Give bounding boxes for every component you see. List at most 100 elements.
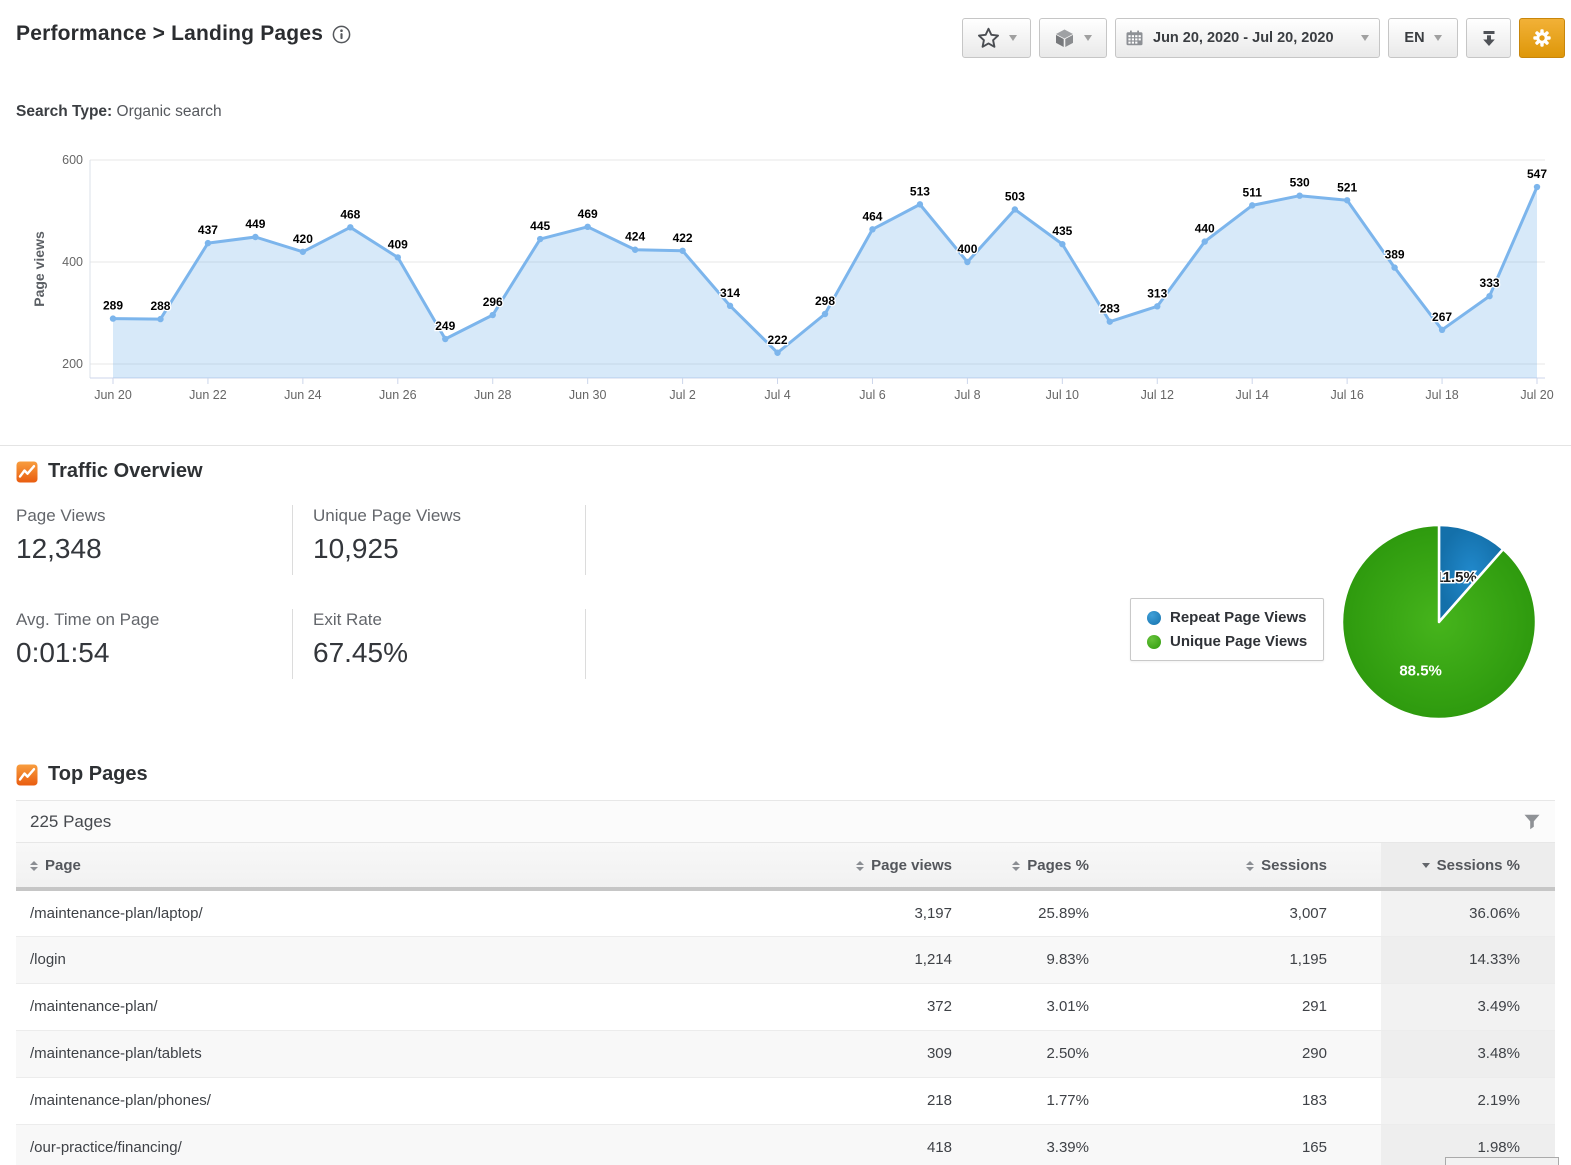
top-pages-heading: Top Pages [16,763,148,786]
svg-text:547: 547 [1527,167,1547,181]
pageviews-area-chart: Jun 20Jun 22Jun 24Jun 26Jun 28Jun 30Jul … [0,150,1571,415]
pie-slice-unique-page-views[interactable] [1342,525,1536,719]
cell-value: 1.77% [968,1077,1105,1124]
svg-text:400: 400 [957,242,977,256]
svg-text:420: 420 [293,232,313,246]
svg-text:440: 440 [1195,222,1215,236]
table-row[interactable]: /maintenance-plan/3723.01%2913.49% [16,983,1555,1030]
cell-value: 9.83% [968,936,1105,983]
table-header-row: PagePage viewsPages %SessionsSessions % [16,843,1555,889]
svg-text:Jul 6: Jul 6 [859,388,885,402]
table-row[interactable]: /our-practice/financing/4183.39%1651.98% [16,1124,1555,1165]
pages-count: 225 Pages [30,812,111,832]
info-icon[interactable] [332,25,351,44]
cell-value: 165 [1105,1124,1381,1165]
date-range-button[interactable]: Jun 20, 2020 - Jul 20, 2020 [1115,18,1380,58]
cell-page[interactable]: /maintenance-plan/tablets [16,1030,791,1077]
pie-label: 88.5% [1399,663,1442,680]
toolbar: Jun 20, 2020 - Jul 20, 2020 EN [962,18,1565,58]
column-header-sessions-[interactable]: Sessions % [1381,843,1555,889]
cell-value: 2.50% [968,1030,1105,1077]
cell-value: 372 [791,983,968,1030]
page-header: Performance > Landing Pages [16,22,351,46]
svg-text:267: 267 [1432,310,1452,324]
section-title: Top Pages [48,763,148,786]
metric-page-views: Page Views 12,348 [16,506,105,565]
svg-text:Jun 20: Jun 20 [94,388,132,402]
table-row[interactable]: /maintenance-plan/phones/2181.77%1832.19… [16,1077,1555,1124]
metric-value: 10,925 [313,533,461,565]
svg-text:289: 289 [103,299,123,313]
cell-page[interactable]: /our-practice/financing/ [16,1124,791,1165]
svg-text:Jun 22: Jun 22 [189,388,227,402]
download-button[interactable] [1466,18,1511,58]
svg-text:313: 313 [1147,286,1167,300]
svg-text:521: 521 [1337,180,1357,194]
cell-value: 290 [1105,1030,1381,1077]
column-header-pages-[interactable]: Pages % [968,843,1105,889]
column-header-page-views[interactable]: Page views [791,843,968,889]
svg-text:Jul 12: Jul 12 [1141,388,1174,402]
column-divider [585,609,586,679]
table-row[interactable]: /maintenance-plan/tablets3092.50%2903.48… [16,1030,1555,1077]
svg-text:222: 222 [768,333,788,347]
cell-value: 183 [1105,1077,1381,1124]
svg-text:Jul 4: Jul 4 [764,388,790,402]
svg-text:469: 469 [578,207,598,221]
download-icon [1480,29,1498,47]
column-header-page[interactable]: Page [16,843,791,889]
column-header-sessions[interactable]: Sessions [1105,843,1381,889]
settings-button[interactable] [1519,18,1565,58]
cell-value: 3.48% [1381,1030,1555,1077]
svg-text:409: 409 [388,237,408,251]
metric-avg-time-on-page: Avg. Time on Page 0:01:54 [16,610,159,669]
cell-value: 3.39% [968,1124,1105,1165]
language-label: EN [1404,30,1424,46]
page-title: Performance > Landing Pages [16,22,323,46]
sort-icon [856,861,864,871]
cell-page[interactable]: /maintenance-plan/ [16,983,791,1030]
table-row[interactable]: /maintenance-plan/laptop/3,19725.89%3,00… [16,889,1555,936]
cell-value: 25.89% [968,889,1105,936]
svg-text:389: 389 [1385,248,1405,262]
legend-item-repeat-page-views[interactable]: Repeat Page Views [1147,609,1307,626]
column-divider [585,505,586,575]
cell-value: 3.49% [1381,983,1555,1030]
funnel-icon[interactable] [1523,813,1541,831]
svg-text:Jul 18: Jul 18 [1425,388,1458,402]
legend-item-unique-page-views[interactable]: Unique Page Views [1147,633,1307,650]
cell-page[interactable]: /maintenance-plan/laptop/ [16,889,791,936]
cell-value: 418 [791,1124,968,1165]
svg-text:530: 530 [1290,176,1310,190]
svg-text:200: 200 [62,357,83,371]
modules-button[interactable] [1039,18,1107,58]
svg-text:424: 424 [625,230,645,244]
line-chart-icon [16,764,38,786]
svg-text:400: 400 [62,255,83,269]
metric-label: Page Views [16,506,105,526]
gear-icon [1531,27,1553,49]
svg-text:Jul 2: Jul 2 [669,388,695,402]
cell-page[interactable]: /login [16,936,791,983]
svg-text:Page views: Page views [31,231,47,307]
chevron-down-icon [1434,35,1442,41]
svg-text:Jul 14: Jul 14 [1236,388,1269,402]
favorites-button[interactable] [962,18,1031,58]
sort-icon [1246,861,1254,871]
language-button[interactable]: EN [1388,18,1458,58]
pageviews-pie-chart[interactable]: 11.5% 88.5% [1339,518,1543,731]
cell-page[interactable]: /maintenance-plan/phones/ [16,1077,791,1124]
chevron-down-icon [1009,35,1017,41]
pie-label: 11.5% [1435,569,1477,586]
svg-text:Jun 28: Jun 28 [474,388,512,402]
cell-value: 36.06% [1381,889,1555,936]
svg-text:513: 513 [910,184,930,198]
column-divider [292,505,293,575]
svg-text:449: 449 [245,217,265,231]
metric-label: Exit Rate [313,610,408,630]
cube-icon [1054,28,1075,49]
svg-text:511: 511 [1243,185,1263,199]
metric-unique-page-views: Unique Page Views 10,925 [313,506,461,565]
table-row[interactable]: /login1,2149.83%1,19514.33% [16,936,1555,983]
cell-value: 218 [791,1077,968,1124]
